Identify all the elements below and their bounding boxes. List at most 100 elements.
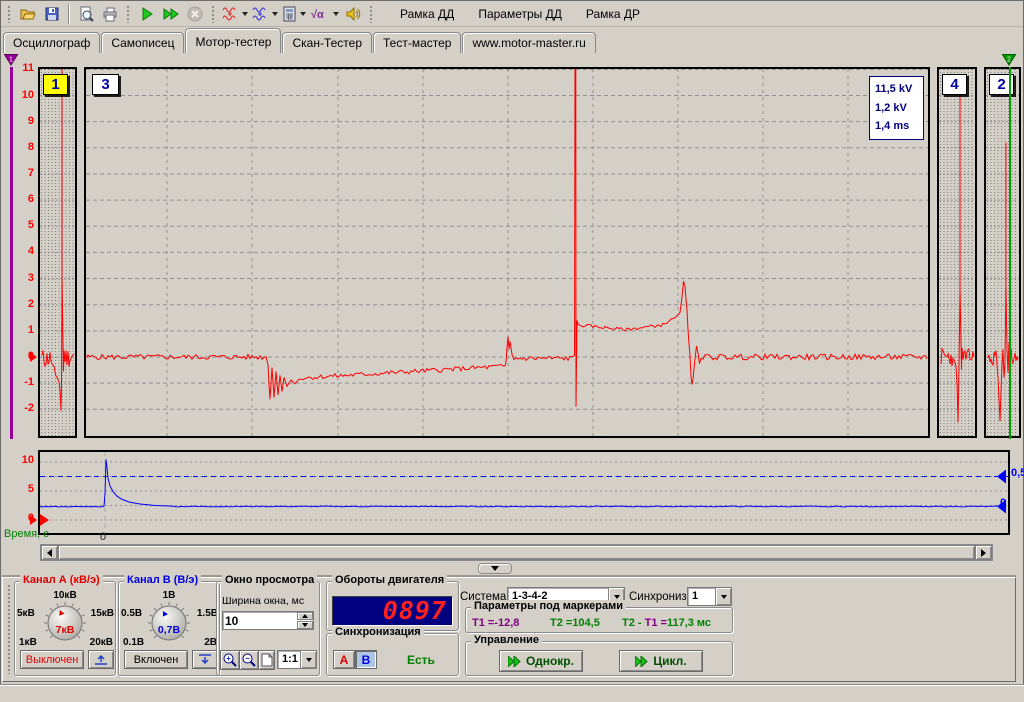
channel-b-knob[interactable]: 1В 0.5В 1.5В 0.1В 2В 0,7В bbox=[120, 593, 218, 649]
toolbar-grip[interactable] bbox=[126, 5, 131, 23]
sound-button[interactable] bbox=[341, 3, 365, 25]
zero-level-arrow bbox=[30, 352, 37, 362]
menu-parametry-dd[interactable]: Параметры ДД bbox=[466, 3, 574, 25]
menu-ramka-dd[interactable]: Рамка ДД bbox=[388, 3, 466, 25]
axis-tick-label: 5 bbox=[0, 483, 34, 495]
marker-2-line[interactable] bbox=[1009, 67, 1011, 439]
run-button[interactable] bbox=[135, 3, 159, 25]
run-control-title: Управление bbox=[471, 634, 542, 646]
marker-1-handle[interactable]: 1 bbox=[4, 54, 19, 66]
marker-2-number: 2 bbox=[1007, 57, 1011, 64]
run-fast-button[interactable] bbox=[159, 3, 183, 25]
zoom-in-icon bbox=[222, 652, 238, 668]
toolbar-grip[interactable] bbox=[7, 5, 12, 23]
double-play-icon bbox=[508, 656, 521, 667]
tab-website[interactable]: www.motor-master.ru bbox=[462, 32, 595, 53]
toolbar-grip[interactable] bbox=[211, 5, 216, 23]
cylinder-2-panel[interactable]: 2 bbox=[984, 67, 1021, 438]
chevron-down-icon bbox=[491, 566, 499, 571]
zoom-in-button[interactable] bbox=[220, 650, 240, 670]
combo-dropdown-button[interactable] bbox=[715, 588, 731, 605]
knob-dial[interactable] bbox=[145, 599, 193, 647]
zoom-out-button[interactable] bbox=[239, 650, 259, 670]
sync-number-label: Синхрониз. bbox=[629, 591, 690, 603]
axis-tick-label: 9 bbox=[0, 115, 34, 127]
marker-parameters-title: Параметры под маркерами bbox=[471, 600, 626, 612]
overview-panel[interactable] bbox=[38, 450, 1010, 535]
panel-label-1[interactable]: 1 bbox=[43, 74, 68, 95]
dt-part-t2: Т2 - bbox=[622, 617, 645, 629]
channel-b-value: 0,7В bbox=[120, 624, 218, 636]
marker-1-line[interactable] bbox=[10, 67, 13, 439]
arrow-down-icon bbox=[721, 595, 727, 599]
rpm-value: 0897 bbox=[383, 597, 447, 625]
knob-scale-label: 0.1В bbox=[123, 637, 144, 648]
window-width-input[interactable] bbox=[225, 613, 295, 628]
run-cycle-button[interactable]: Цикл. bbox=[619, 650, 703, 672]
tab-motor-tester[interactable]: Мотор-тестер bbox=[185, 28, 281, 53]
open-button[interactable] bbox=[16, 3, 40, 25]
scrollbar-thumb[interactable] bbox=[58, 545, 975, 560]
panel-grip[interactable] bbox=[7, 584, 12, 674]
axis-tick-label: 0 bbox=[0, 512, 34, 524]
info-voltage-burn: 1,2 kV bbox=[875, 99, 923, 118]
control-panel: Канал А (кВ/э) 10кВ 5кВ 15кВ 1кВ 20кВ 7к… bbox=[2, 577, 1016, 682]
toolbar-grip[interactable] bbox=[369, 5, 374, 23]
tab-recorder[interactable]: Самописец bbox=[101, 32, 184, 53]
axis-tick-label: 1 bbox=[0, 324, 34, 336]
axis-tick-label: 2 bbox=[0, 298, 34, 310]
print-icon bbox=[102, 6, 118, 22]
print-preview-button[interactable] bbox=[74, 3, 98, 25]
marker-parameters-group: Параметры под маркерами Т1 =-12,8 Т2 =10… bbox=[465, 607, 733, 633]
panel-label-3[interactable]: 3 bbox=[92, 74, 119, 95]
scroll-left-button[interactable] bbox=[41, 545, 58, 560]
axis-tick-label: 5 bbox=[0, 219, 34, 231]
sync-channel-a-button[interactable]: А bbox=[333, 650, 355, 669]
save-icon bbox=[44, 6, 60, 22]
scroll-right-button[interactable] bbox=[975, 545, 992, 560]
channel-a-knob[interactable]: 10кВ 5кВ 15кВ 1кВ 20кВ 7кВ bbox=[16, 593, 114, 649]
cylinder-1-panel[interactable]: 1 bbox=[38, 67, 77, 438]
print-button[interactable] bbox=[98, 3, 122, 25]
spin-down-button[interactable] bbox=[297, 621, 313, 629]
tab-oscillograph[interactable]: Осциллограф bbox=[3, 32, 100, 53]
sync-channel-b-button[interactable]: В bbox=[355, 650, 377, 669]
cylinder-2-waveform bbox=[986, 69, 1019, 436]
channel-b-title: Канал В (В/э) bbox=[124, 574, 201, 586]
zoom-ratio-combo[interactable]: 1:1 bbox=[277, 650, 317, 669]
knob-scale-label: 5кВ bbox=[17, 608, 35, 619]
signal-b-menu-button[interactable] bbox=[250, 3, 280, 25]
double-play-icon bbox=[635, 656, 648, 667]
tab-test-master[interactable]: Тест-мастер bbox=[373, 32, 461, 53]
cylinder-4-panel[interactable]: 4 bbox=[937, 67, 977, 438]
channel-a-state-button[interactable]: Выключен bbox=[20, 650, 84, 669]
cylinder-1-waveform bbox=[40, 69, 75, 436]
horizontal-scrollbar[interactable] bbox=[40, 544, 993, 561]
stop-button[interactable] bbox=[183, 3, 207, 25]
signal-a-menu-button[interactable] bbox=[220, 3, 250, 25]
marker-2-handle[interactable]: 2 bbox=[1002, 54, 1017, 66]
save-button[interactable] bbox=[40, 3, 64, 25]
dt-value: Т2 - Т1 =117,3 мс bbox=[622, 617, 711, 629]
channel-b-position-button[interactable] bbox=[192, 650, 218, 669]
collapse-panel-button[interactable] bbox=[478, 563, 512, 574]
sync-number-combo[interactable]: 1 bbox=[687, 587, 732, 606]
axis-tick-label: 7 bbox=[0, 167, 34, 179]
rpm-group: Обороты двигателя 0897 bbox=[326, 581, 459, 631]
knob-dial[interactable] bbox=[41, 599, 89, 647]
marker-1-number: 1 bbox=[9, 57, 13, 64]
combo-dropdown-button[interactable] bbox=[300, 651, 316, 668]
menu-ramka-dr[interactable]: Рамка ДР bbox=[574, 3, 652, 25]
channel-a-position-button[interactable] bbox=[88, 650, 114, 669]
new-view-button[interactable] bbox=[258, 650, 275, 670]
cylinder-3-panel[interactable]: 3 11,5 kV 1,2 kV 1,4 ms bbox=[84, 67, 930, 438]
run-once-button[interactable]: Однокр. bbox=[499, 650, 583, 672]
panel-label-4[interactable]: 4 bbox=[942, 74, 967, 95]
time-axis-tick: 0 bbox=[100, 531, 106, 543]
channel-b-state-button[interactable]: Включен bbox=[124, 650, 188, 669]
formula-menu-button[interactable]: √α bbox=[308, 3, 341, 25]
tab-scan-tester[interactable]: Скан-Тестер bbox=[282, 32, 372, 53]
calculator-menu-button[interactable] bbox=[280, 3, 308, 25]
signal-level-label: 0 bbox=[1000, 497, 1006, 509]
spin-up-button[interactable] bbox=[297, 612, 313, 620]
